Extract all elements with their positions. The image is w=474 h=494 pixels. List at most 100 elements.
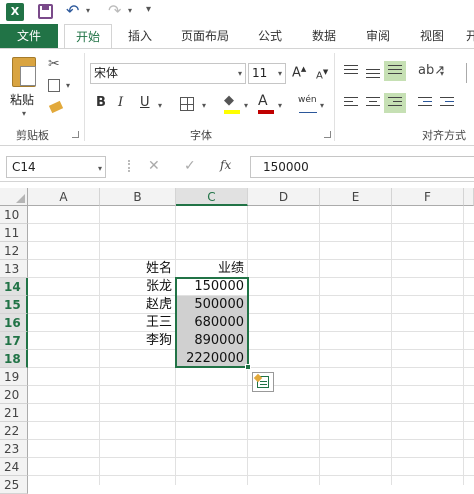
column-header-a[interactable]: A bbox=[28, 188, 100, 206]
cell-c14[interactable]: 150000 bbox=[176, 278, 248, 296]
group-separator bbox=[84, 53, 85, 141]
row-header-21[interactable]: 21 bbox=[0, 404, 28, 422]
tab-view[interactable]: 视图 bbox=[410, 24, 454, 48]
underline-button[interactable]: U bbox=[140, 95, 150, 110]
cell-b13[interactable]: 姓名 bbox=[100, 260, 176, 278]
row-header-23[interactable]: 23 bbox=[0, 440, 28, 458]
decrease-indent-icon[interactable] bbox=[418, 97, 432, 109]
tab-data[interactable]: 数据 bbox=[302, 24, 346, 48]
save-icon[interactable] bbox=[38, 4, 53, 19]
gridline bbox=[28, 457, 474, 458]
formula-input[interactable]: 150000 bbox=[250, 156, 474, 178]
cell-b16[interactable]: 王三 bbox=[100, 314, 176, 332]
row-header-12[interactable]: 12 bbox=[0, 242, 28, 260]
column-header-d[interactable]: D bbox=[248, 188, 320, 206]
cell-c17[interactable]: 890000 bbox=[176, 332, 248, 350]
cut-icon[interactable]: ✂ bbox=[48, 56, 60, 72]
formula-bar-splitter[interactable] bbox=[128, 160, 130, 172]
italic-button[interactable]: I bbox=[118, 95, 123, 110]
wrap-text-icon[interactable] bbox=[466, 63, 474, 83]
phonetic-guide-button[interactable]: wén bbox=[298, 95, 317, 105]
format-painter-icon[interactable] bbox=[48, 100, 64, 114]
font-color-button[interactable]: A bbox=[258, 93, 268, 109]
fill-color-swatch bbox=[224, 110, 240, 114]
row-header-24[interactable]: 24 bbox=[0, 458, 28, 476]
undo-icon[interactable]: ↶ bbox=[66, 1, 79, 20]
cell-c13[interactable]: 业绩 bbox=[176, 260, 248, 278]
row-header-10[interactable]: 10 bbox=[0, 206, 28, 224]
fill-color-dropdown-icon[interactable]: ▾ bbox=[244, 101, 248, 110]
fill-color-icon[interactable]: ◆ bbox=[224, 93, 234, 108]
align-right-icon bbox=[388, 97, 402, 109]
name-box[interactable]: C14 ▾ bbox=[6, 156, 106, 178]
align-left-icon[interactable] bbox=[344, 97, 358, 109]
clipboard-launcher-icon[interactable] bbox=[72, 131, 79, 138]
font-color-dropdown-icon[interactable]: ▾ bbox=[278, 101, 282, 110]
cell-b15[interactable]: 赵虎 bbox=[100, 296, 176, 314]
row-header-14[interactable]: 14 bbox=[0, 278, 28, 296]
row-header-20[interactable]: 20 bbox=[0, 386, 28, 404]
increase-indent-icon[interactable] bbox=[440, 97, 454, 109]
row-header-22[interactable]: 22 bbox=[0, 422, 28, 440]
align-center-icon[interactable] bbox=[366, 97, 380, 109]
row-header-13[interactable]: 13 bbox=[0, 260, 28, 278]
gridline bbox=[28, 241, 474, 242]
formula-bar: C14 ▾ ✕ ✓ fx 150000 bbox=[0, 152, 474, 182]
font-name-select[interactable]: 宋体 ▾ bbox=[90, 63, 246, 84]
copy-icon[interactable] bbox=[48, 79, 60, 92]
decrease-font-size-button[interactable]: A▼ bbox=[316, 68, 328, 81]
row-header-11[interactable]: 11 bbox=[0, 224, 28, 242]
gridline bbox=[28, 259, 474, 260]
cell-c16[interactable]: 680000 bbox=[176, 314, 248, 332]
insert-function-button[interactable]: fx bbox=[220, 158, 231, 172]
tab-page-layout[interactable]: 页面布局 bbox=[172, 24, 238, 48]
tab-file[interactable]: 文件 bbox=[0, 24, 58, 48]
middle-align-icon[interactable] bbox=[366, 69, 380, 81]
cell-b17[interactable]: 李狗 bbox=[100, 332, 176, 350]
underline-dropdown-icon[interactable]: ▾ bbox=[158, 101, 162, 110]
column-header-e[interactable]: E bbox=[320, 188, 392, 206]
column-header-f[interactable]: F bbox=[392, 188, 464, 206]
enter-entry-icon[interactable]: ✓ bbox=[184, 158, 196, 174]
cell-c18[interactable]: 2220000 bbox=[176, 350, 248, 368]
orientation-dropdown-icon[interactable]: ▾ bbox=[440, 69, 444, 78]
worksheet-grid[interactable]: A B C D E F 10 11 12 13 14 15 16 17 18 1… bbox=[0, 188, 474, 494]
column-header-b[interactable]: B bbox=[100, 188, 176, 206]
select-all-button[interactable] bbox=[0, 188, 28, 206]
row-header-17[interactable]: 17 bbox=[0, 332, 28, 350]
tab-formulas[interactable]: 公式 bbox=[250, 24, 290, 48]
copy-dropdown-icon[interactable]: ▾ bbox=[66, 81, 70, 90]
tab-review[interactable]: 审阅 bbox=[356, 24, 400, 48]
tab-developer[interactable]: 开 bbox=[462, 24, 474, 48]
column-header-c[interactable]: C bbox=[176, 188, 248, 206]
row-header-16[interactable]: 16 bbox=[0, 314, 28, 332]
quick-analysis-button[interactable] bbox=[252, 372, 274, 392]
cancel-entry-icon[interactable]: ✕ bbox=[148, 158, 160, 174]
font-size-select[interactable]: 11 ▾ bbox=[248, 63, 286, 84]
gridline bbox=[28, 349, 474, 350]
increase-font-size-button[interactable]: A▲ bbox=[292, 65, 306, 80]
row-header-25[interactable]: 25 bbox=[0, 476, 28, 494]
row-header-19[interactable]: 19 bbox=[0, 368, 28, 386]
top-align-icon[interactable] bbox=[344, 65, 358, 77]
gridline bbox=[463, 206, 464, 485]
font-launcher-icon[interactable] bbox=[324, 131, 331, 138]
tab-home[interactable]: 开始 bbox=[64, 24, 112, 48]
row-header-15[interactable]: 15 bbox=[0, 296, 28, 314]
row-header-18[interactable]: 18 bbox=[0, 350, 28, 368]
undo-dropdown-icon[interactable]: ▾ bbox=[86, 6, 90, 15]
borders-icon[interactable] bbox=[180, 97, 194, 111]
redo-dropdown-icon[interactable]: ▾ bbox=[128, 6, 132, 15]
phonetic-dropdown-icon[interactable]: ▾ bbox=[320, 101, 324, 110]
column-header-g[interactable] bbox=[464, 188, 474, 206]
borders-dropdown-icon[interactable]: ▾ bbox=[202, 101, 206, 110]
cell-b14[interactable]: 张龙 bbox=[100, 278, 176, 296]
redo-icon[interactable]: ↷ bbox=[108, 1, 121, 20]
paste-icon[interactable] bbox=[12, 57, 36, 87]
cell-c15[interactable]: 500000 bbox=[176, 296, 248, 314]
customize-qat-icon[interactable]: ▾ bbox=[146, 4, 151, 15]
paste-button[interactable]: 粘贴 bbox=[10, 91, 34, 108]
tab-insert[interactable]: 插入 bbox=[120, 24, 160, 48]
bold-button[interactable]: B bbox=[96, 95, 106, 110]
paste-dropdown-icon[interactable]: ▾ bbox=[22, 109, 26, 118]
